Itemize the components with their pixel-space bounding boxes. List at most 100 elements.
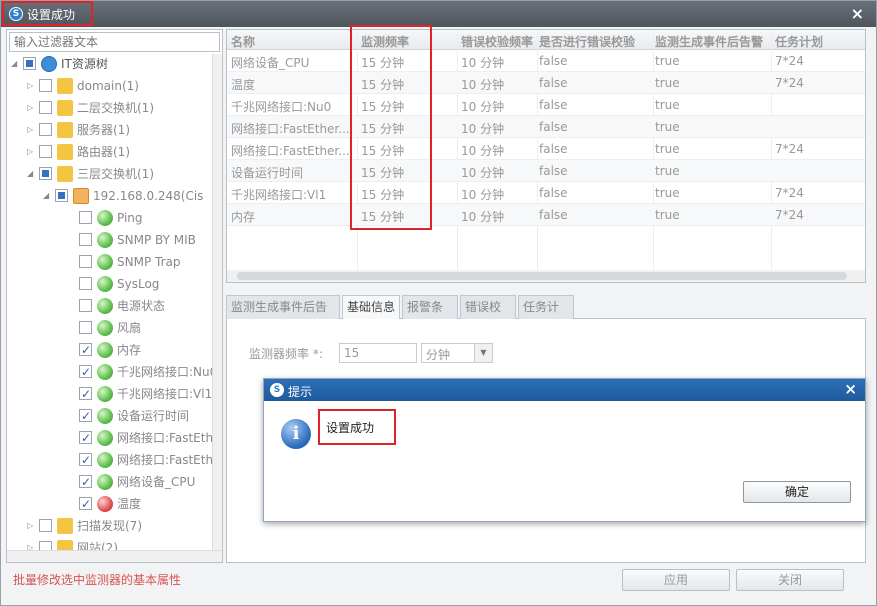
table-cell: 10 分钟 [461,166,505,180]
table-cell: 15 分钟 [361,100,405,114]
tree-node-checkbox[interactable] [79,428,92,448]
table-row[interactable]: 网络设备_CPU 15 分钟 10 分钟 false true 7*24 [227,50,865,72]
tree-node-checkbox[interactable] [79,277,92,290]
tree-node-checkbox[interactable] [79,299,92,312]
table-row[interactable]: 千兆网络接口:Nu0 15 分钟 10 分钟 false true [227,94,865,116]
tree-vertical-scrollbar[interactable] [212,54,222,552]
green-status-icon [97,232,113,248]
info-icon: i [281,419,311,449]
table-cell: false [539,54,568,68]
tab[interactable]: 报警条件 [402,295,458,336]
tree-node-checkbox[interactable] [39,79,52,92]
collapse-arrow-icon[interactable]: ▷ [27,521,35,531]
frequency-label: 监测器频率 *: [249,347,323,361]
tree-node-checkbox[interactable] [79,472,92,492]
table-cell: true [655,76,680,90]
table-cell: 7*24 [775,142,804,156]
table-cell: true [655,120,680,134]
tree-node-checkbox[interactable] [39,519,52,532]
tree-node-checkbox[interactable] [79,233,92,246]
column-header[interactable]: 监测频率 [361,33,409,50]
tab[interactable]: 监测生成事件后告警 [226,295,340,336]
resource-tree-panel: ◢ IT资源树 ▷ domain(1) ▷ 二层交换机(1) ▷ 服务器(1) ▷ 路由器(1) ◢… [6,29,223,563]
grid-horizontal-scrollbar[interactable] [227,270,865,282]
table-cell: true [655,164,680,178]
window-close-icon[interactable]: × [851,4,864,23]
table-cell: 15 分钟 [361,78,405,92]
resource-tree: ◢ IT资源树 ▷ domain(1) ▷ 二层交换机(1) ▷ 服务器(1) ▷ 路由器(1) ◢… [7,54,222,552]
tree-node-checkbox[interactable] [39,167,52,180]
red-status-icon [97,496,113,512]
frequency-input[interactable]: 15 [339,343,417,363]
apply-button[interactable]: 应用 [622,569,730,591]
tree-node-checkbox[interactable] [79,384,92,404]
tree-node-checkbox[interactable] [39,123,52,136]
green-status-icon [97,276,113,292]
folder-icon [57,144,73,160]
table-row[interactable]: 温度 15 分钟 10 分钟 false true 7*24 [227,72,865,94]
tree-node-label: 网络接口:FastEth [117,431,214,445]
close-button[interactable]: 关闭 [736,569,844,591]
tree-node-checkbox[interactable] [79,340,92,360]
tab[interactable]: 基础信息 [342,295,400,319]
tree-node-checkbox[interactable] [79,321,92,334]
table-cell: 网络接口:FastEther... [231,122,350,136]
tree-node-label: 网络接口:FastEth [117,453,214,467]
column-header[interactable]: 监测生成事件后告警 [655,33,763,50]
tree-node-label: 内存 [117,343,142,357]
collapse-arrow-icon[interactable]: ▷ [27,103,35,113]
collapse-arrow-icon[interactable]: ▷ [27,81,35,91]
table-row[interactable]: 网络接口:FastEther... 15 分钟 10 分钟 false true 7*24 [227,138,865,160]
tree-node-checkbox[interactable] [23,57,36,70]
collapse-arrow-icon[interactable]: ▷ [27,147,35,157]
tree-node-checkbox[interactable] [79,494,92,514]
column-header[interactable]: 名称 [231,33,255,50]
table-row[interactable]: 网络接口:FastEther... 15 分钟 10 分钟 false true [227,116,865,138]
table-cell: false [539,120,568,134]
tree-node-checkbox[interactable] [39,145,52,158]
table-cell: 10 分钟 [461,56,505,70]
expand-arrow-icon[interactable]: ◢ [43,191,51,201]
column-header[interactable]: 任务计划 [775,33,823,50]
app-logo-icon: S [9,7,23,21]
folder-icon [57,100,73,116]
tree-node-checkbox[interactable] [79,450,92,470]
tree-node-label: SNMP Trap [117,255,181,269]
window-title: 设置成功 [27,8,76,22]
tab[interactable]: 任务计划 [518,295,574,336]
dialog-close-icon[interactable]: × [844,380,857,398]
tree-node-checkbox[interactable] [79,362,92,382]
expand-arrow-icon[interactable]: ◢ [27,169,35,179]
column-header[interactable]: 错误校验频率 [461,33,533,50]
tree-horizontal-scrollbar[interactable] [7,550,222,562]
ok-button[interactable]: 确定 [743,481,851,503]
green-status-icon [97,320,113,336]
tree-node-checkbox[interactable] [39,101,52,114]
tree-node-checkbox[interactable] [79,406,92,426]
expand-arrow-icon[interactable]: ◢ [11,59,19,69]
frequency-unit-select[interactable]: 分钟 ▼ [421,343,493,363]
table-cell: false [539,98,568,112]
green-status-icon [97,474,113,490]
table-cell: false [539,76,568,90]
table-cell: false [539,186,568,200]
globe-icon [41,56,57,72]
table-row[interactable]: 千兆网络接口:Vl1 15 分钟 10 分钟 false true 7*24 [227,182,865,204]
chevron-down-icon[interactable]: ▼ [474,344,492,362]
column-header[interactable]: 是否进行错误校验 [539,33,635,50]
table-row[interactable]: 内存 15 分钟 10 分钟 false true 7*24 [227,204,865,226]
table-cell: 10 分钟 [461,188,505,202]
tab[interactable]: 错误校验 [460,295,516,336]
collapse-arrow-icon[interactable]: ▷ [27,125,35,135]
tree-node-label: SysLog [117,277,160,291]
window-titlebar: S 设置成功 × [1,1,876,27]
table-cell: true [655,208,680,222]
tree-node-checkbox[interactable] [79,255,92,268]
folder-icon [57,122,73,138]
tree-filter-input[interactable] [9,32,220,52]
green-status-icon [97,386,113,402]
table-row[interactable]: 设备运行时间 15 分钟 10 分钟 false true [227,160,865,182]
tree-node-checkbox[interactable] [55,189,68,202]
green-status-icon [97,430,113,446]
tree-node-checkbox[interactable] [79,211,92,224]
